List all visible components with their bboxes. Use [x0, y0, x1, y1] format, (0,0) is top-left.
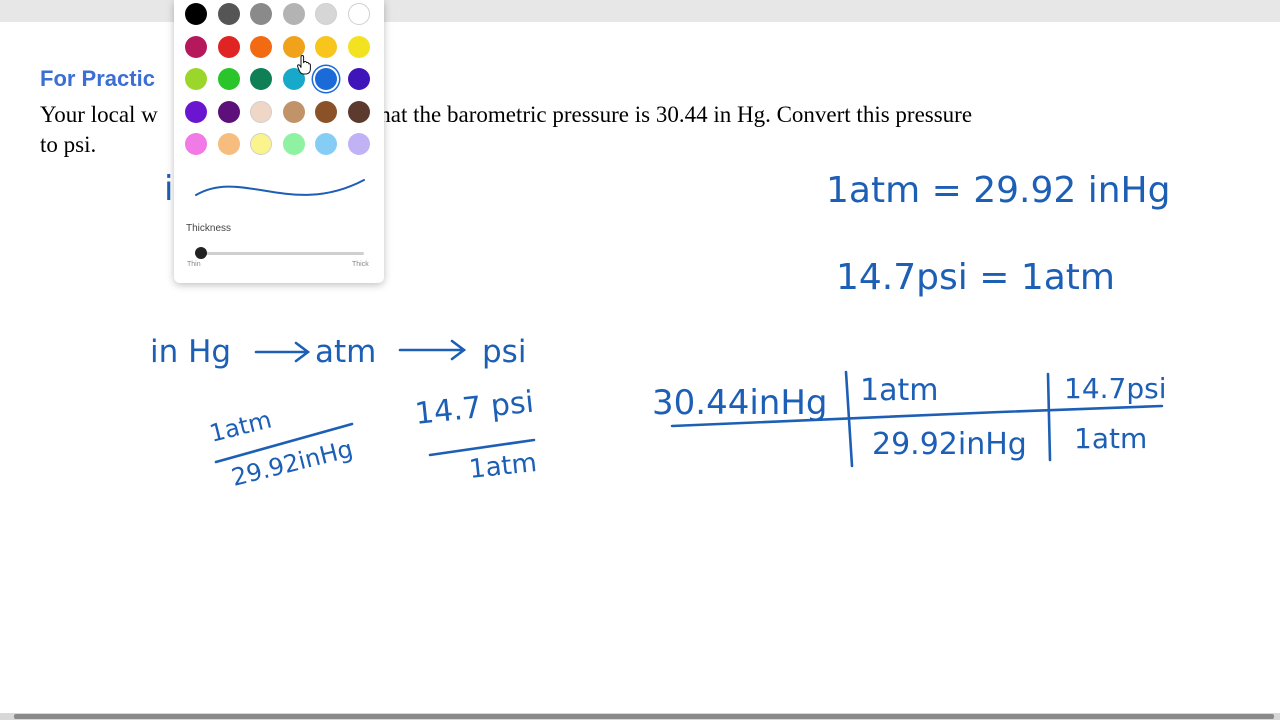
factor2-denominator: 1atm — [468, 448, 539, 485]
color-swatch-6[interactable] — [347, 3, 370, 25]
color-swatch-27[interactable] — [250, 133, 273, 155]
color-swatch-30[interactable] — [347, 133, 370, 155]
arrow-2 — [398, 339, 467, 361]
color-swatch-26[interactable] — [217, 133, 240, 155]
color-swatch-18[interactable] — [347, 68, 370, 90]
calc-divider-2 — [1046, 372, 1052, 462]
color-swatch-17[interactable] — [315, 68, 338, 90]
calc-start: 30.44inHg — [652, 383, 827, 423]
factor1-denominator: 29.92inHg — [229, 435, 356, 492]
scrollbar-thumb[interactable] — [14, 714, 1274, 719]
hand-pointer-icon — [297, 55, 311, 75]
color-swatch-9[interactable] — [250, 35, 273, 58]
color-swatch-1[interactable] — [185, 3, 207, 25]
color-swatch-3[interactable] — [250, 3, 273, 25]
calc-num-1: 1atm — [860, 373, 938, 408]
stroke-preview — [195, 179, 365, 196]
color-swatch-24[interactable] — [347, 100, 370, 123]
thin-label: Thin — [187, 261, 201, 268]
color-swatch-19[interactable] — [185, 100, 207, 123]
calc-den-2: 1atm — [1074, 422, 1147, 455]
partial-ink-mark: i — [164, 169, 173, 209]
color-swatch-7[interactable] — [185, 35, 207, 58]
color-swatch-12[interactable] — [347, 35, 370, 58]
color-swatch-2[interactable] — [217, 3, 240, 25]
calc-den-1: 29.92inHg — [872, 427, 1027, 462]
calc-num-2: 14.7psi — [1064, 372, 1166, 405]
thick-label: Thick — [352, 261, 369, 268]
color-swatch-28[interactable] — [282, 133, 305, 155]
factor1-numerator: 1atm — [207, 405, 275, 447]
path-inhg: in Hg — [150, 334, 231, 370]
horizontal-scrollbar[interactable] — [0, 713, 1280, 720]
color-swatch-15[interactable] — [250, 68, 273, 90]
arrow-1 — [254, 341, 311, 363]
thickness-slider-track[interactable] — [200, 252, 364, 255]
color-swatch-11[interactable] — [315, 35, 338, 58]
factor2-numerator: 14.7 psi — [413, 385, 535, 432]
path-psi: psi — [482, 334, 526, 370]
color-swatch-13[interactable] — [185, 68, 207, 90]
color-picker-popup: Thickness Thin Thick — [174, 0, 384, 283]
color-swatch-grid — [185, 3, 370, 155]
thickness-label: Thickness — [186, 223, 232, 234]
path-atm: atm — [315, 334, 376, 370]
color-swatch-21[interactable] — [250, 100, 273, 123]
color-swatch-23[interactable] — [315, 100, 338, 123]
color-swatch-4[interactable] — [282, 3, 305, 25]
eq-psi-atm: 14.7psi = 1atm — [836, 257, 1115, 298]
color-swatch-20[interactable] — [217, 100, 240, 123]
color-swatch-8[interactable] — [217, 35, 240, 58]
color-swatch-14[interactable] — [217, 68, 240, 90]
thickness-slider-thumb[interactable] — [195, 247, 207, 259]
color-swatch-25[interactable] — [185, 133, 207, 155]
eq-atm-inhg: 1atm = 29.92 inHg — [826, 170, 1170, 211]
color-swatch-29[interactable] — [315, 133, 338, 155]
color-swatch-5[interactable] — [315, 3, 338, 25]
color-swatch-22[interactable] — [282, 100, 305, 123]
